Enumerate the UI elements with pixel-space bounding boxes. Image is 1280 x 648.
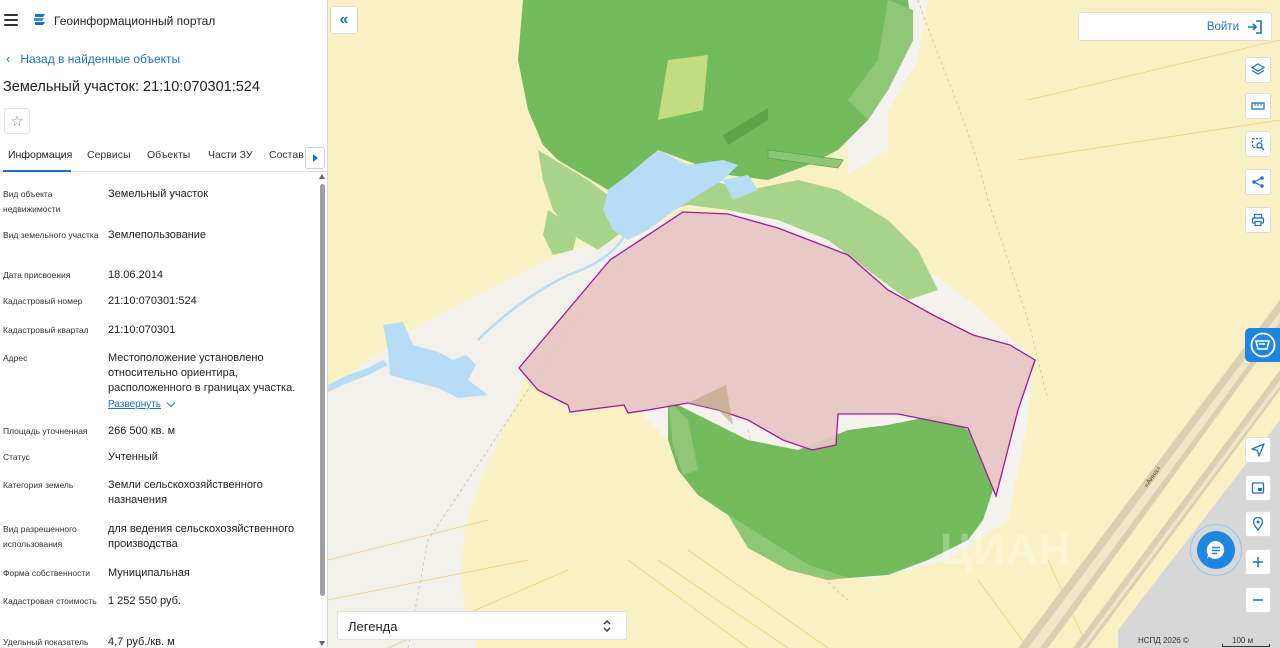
property-value: 4,7 руб./кв. м <box>108 636 175 648</box>
property-label: Кадастровая стоимость <box>3 596 97 606</box>
minimap-button[interactable] <box>1245 475 1271 501</box>
expand-address-link[interactable]: Развернуть <box>108 397 176 412</box>
minimap-icon <box>1251 482 1265 494</box>
property-label: Вид земельного участка <box>3 230 99 240</box>
legend-toggle[interactable]: Легенда <box>337 611 627 640</box>
property-label: Категория земель <box>3 480 74 490</box>
login-icon <box>1248 20 1262 34</box>
property-label: Удельный показатель <box>3 637 89 647</box>
scroll-down-icon[interactable] <box>319 641 325 646</box>
property-value: 18.06.2014 <box>108 269 164 281</box>
ruler-icon <box>1251 102 1265 110</box>
zoom-out-button[interactable] <box>1245 587 1271 613</box>
property-label: Дата присвоения <box>3 270 71 280</box>
info-panel: Геоинформационный портал ‹ Назад в найде… <box>0 0 328 648</box>
map-widget-icon <box>1250 332 1275 358</box>
plus-icon <box>1253 557 1263 567</box>
map-view[interactable]: «Анна» ЦИАН « Войти Легенда НСПД 2026 © … <box>328 0 1280 648</box>
copyright: НСПД 2026 © <box>1138 636 1189 645</box>
chevron-right-icon <box>312 154 318 162</box>
map-canvas[interactable] <box>328 0 1280 648</box>
minus-icon <box>1253 599 1263 601</box>
share-icon <box>1252 176 1264 188</box>
double-chevron-left-icon: « <box>339 11 349 28</box>
expand-collapse-icon <box>603 620 611 632</box>
property-label: Кадастровый номер <box>3 296 83 306</box>
location-pin-button[interactable] <box>1245 511 1271 537</box>
login-button[interactable]: Войти <box>1078 12 1272 41</box>
chevron-down-icon <box>166 398 176 407</box>
back-link-label: Назад в найденные объекты <box>20 51 181 66</box>
scroll-up-icon[interactable] <box>319 174 325 179</box>
hamburger-menu-icon[interactable] <box>4 14 18 26</box>
property-label: Площадь уточненная <box>3 426 88 436</box>
property-value: Землепользование <box>108 229 207 241</box>
property-label: Вид разрешенного использования <box>3 524 77 549</box>
area-select-icon <box>1251 137 1265 151</box>
property-value: 1 252 550 руб. <box>108 595 181 607</box>
print-button[interactable] <box>1245 207 1271 233</box>
address-value: Местоположение установлено относительно … <box>108 352 296 394</box>
share-button[interactable] <box>1245 169 1271 195</box>
tabs-bar: Информация Сервисы Объекты Части ЗУ Сост… <box>0 142 327 172</box>
property-label: Форма собственности <box>3 568 90 578</box>
chat-icon <box>1206 540 1225 559</box>
tab-composition[interactable]: Состав <box>269 149 304 161</box>
scale-bar <box>1222 644 1270 647</box>
portal-logo-icon <box>34 14 45 25</box>
locate-button[interactable] <box>1245 437 1271 463</box>
login-label: Войти <box>1206 21 1239 33</box>
property-value: 266 500 кв. м <box>108 425 176 437</box>
tab-objects[interactable]: Объекты <box>147 149 190 161</box>
scroll-thumb[interactable] <box>320 184 325 596</box>
side-widget-button[interactable] <box>1245 328 1280 362</box>
highway <box>1018 300 1280 648</box>
property-value: 21:10:070301:524 <box>108 295 197 307</box>
property-label: Статус <box>3 452 30 462</box>
chat-button[interactable] <box>1190 524 1242 576</box>
active-tab-indicator <box>3 170 71 172</box>
watermark: ЦИАН <box>940 525 1072 574</box>
area-select-button[interactable] <box>1245 131 1271 157</box>
chevron-left-icon: ‹ <box>6 51 11 66</box>
tab-information[interactable]: Информация <box>8 149 72 161</box>
collapse-panel-button[interactable]: « <box>330 6 358 34</box>
expand-link-label: Развернуть <box>108 399 162 410</box>
property-label: Вид объекта недвижимости <box>3 189 61 214</box>
tab-parcel-parts[interactable]: Части ЗУ <box>208 149 253 161</box>
property-value: Земельный участок <box>108 188 209 200</box>
star-icon: ☆ <box>10 113 24 130</box>
location-pin-icon <box>1252 517 1264 531</box>
legend-label: Легенда <box>348 619 398 634</box>
tabs-scroll-right-button[interactable] <box>305 147 325 169</box>
favorite-button[interactable]: ☆ <box>4 108 30 134</box>
zoom-in-button[interactable] <box>1245 549 1271 575</box>
ruler-button[interactable] <box>1245 93 1271 119</box>
property-value: Учтенный <box>108 451 158 463</box>
property-label: Кадастровый квартал <box>3 325 89 335</box>
tab-services[interactable]: Сервисы <box>87 149 131 161</box>
property-value: Земли сельскохозяйственного назначения <box>108 479 263 506</box>
top-bar: Геоинформационный портал <box>0 0 327 42</box>
property-value: Местоположение установлено относительно … <box>108 351 313 412</box>
property-value: Муниципальная <box>108 567 190 579</box>
back-to-results-link[interactable]: ‹ Назад в найденные объекты <box>6 51 180 66</box>
panel-scrollbar[interactable] <box>318 172 327 648</box>
layers-icon <box>1251 63 1265 75</box>
printer-icon <box>1251 213 1265 227</box>
property-value: 21:10:070301 <box>108 324 176 336</box>
property-label: Адрес <box>3 353 28 363</box>
navigation-arrow-icon <box>1251 443 1265 457</box>
layers-button[interactable] <box>1245 57 1271 83</box>
property-value: для ведения сельскохозяйственного произв… <box>108 523 295 550</box>
chat-icon-circle <box>1197 531 1235 569</box>
parcel-title: Земельный участок: 21:10:070301:524 <box>3 79 260 95</box>
app-title: Геоинформационный портал <box>54 14 216 28</box>
